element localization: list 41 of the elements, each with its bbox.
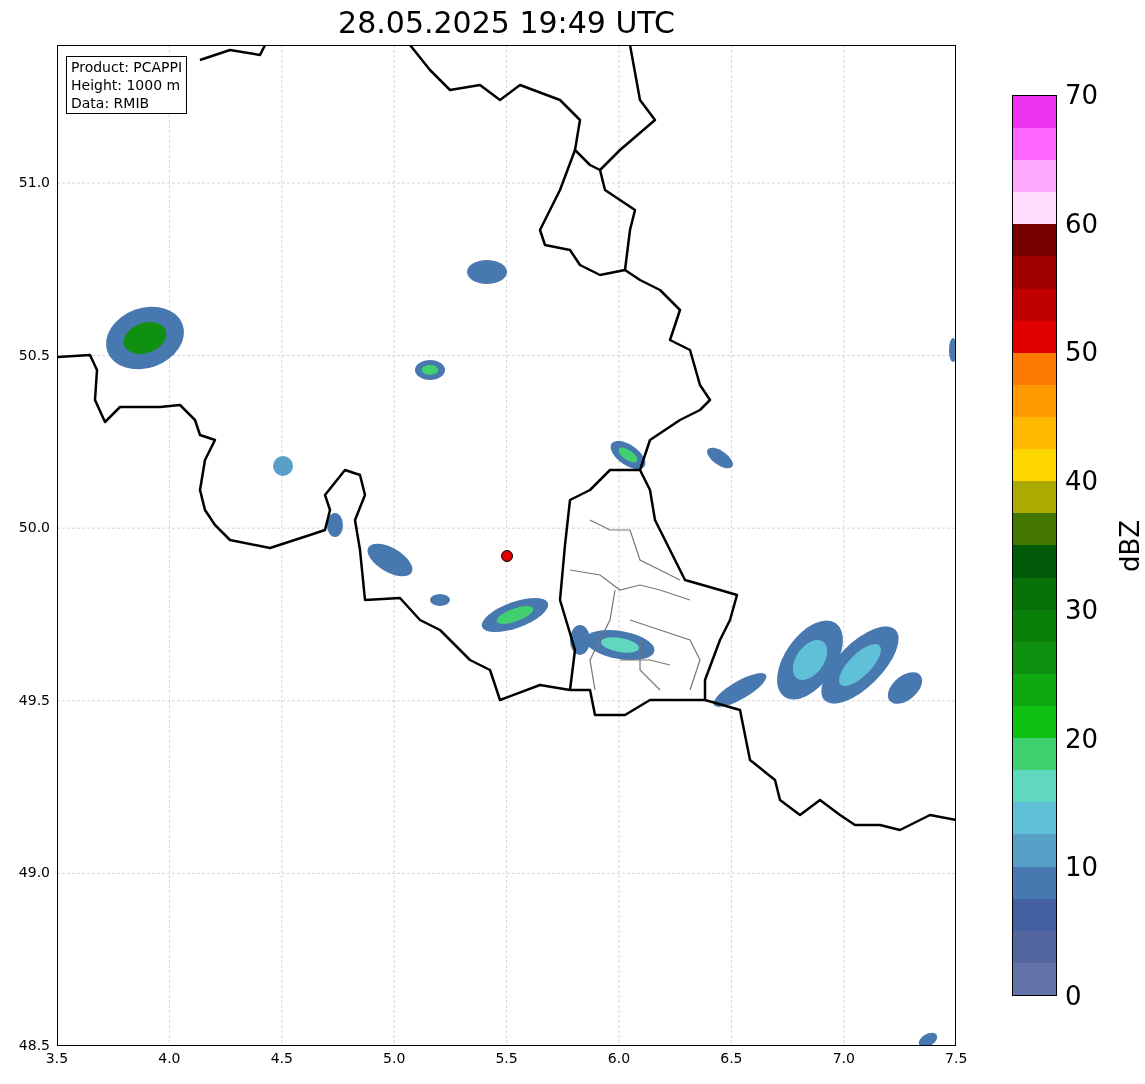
radar-echo xyxy=(415,360,445,380)
radar-site-marker xyxy=(501,550,513,562)
radar-echo xyxy=(949,338,955,362)
longitude-label: 6.5 xyxy=(720,1051,743,1065)
longitude-label: 5.0 xyxy=(383,1051,406,1065)
colorbar-tick-label: 0 xyxy=(1065,983,1082,1009)
radar-echo xyxy=(610,440,646,470)
radar-echo xyxy=(713,673,767,707)
info-text: Product: PCAPPI xyxy=(71,58,183,76)
longitude-label: 4.5 xyxy=(270,1051,293,1065)
colorbar-tick-label: 70 xyxy=(1065,82,1099,108)
longitude-label: 5.5 xyxy=(495,1051,518,1065)
colorbar-label: dBZ xyxy=(1117,519,1143,572)
latitude-label: 48.5 xyxy=(18,1038,50,1052)
colorbar-tick-label: 40 xyxy=(1065,468,1099,495)
radar-echo xyxy=(707,447,733,469)
info-text: Height: 1000 m xyxy=(71,76,182,94)
colorbar-tick-label: 30 xyxy=(1065,596,1099,623)
colorbar-tick-label: 50 xyxy=(1065,339,1099,366)
latitude-label: 49.5 xyxy=(18,692,50,707)
latitude-label: 49.0 xyxy=(18,865,50,880)
radar-echo xyxy=(430,594,450,606)
latitude-label: 51.0 xyxy=(18,175,50,189)
radar-echo xyxy=(467,260,507,284)
radar-echo xyxy=(367,543,413,577)
colorbar-tick-label: 10 xyxy=(1065,854,1099,881)
latitude-label: 50.5 xyxy=(18,347,50,362)
radar-echo xyxy=(273,456,293,476)
chart-title: 28.05.2025 19:49 UTC xyxy=(338,7,675,38)
longitude-label: 7.5 xyxy=(945,1051,968,1065)
latitude-label: 50.0 xyxy=(18,520,50,535)
colorbar-tick-label: 60 xyxy=(1065,210,1099,237)
longitude-label: 7.0 xyxy=(832,1051,855,1065)
info-text: Data: RMIB xyxy=(71,94,151,112)
radar-echo xyxy=(918,1032,938,1045)
radar-echo xyxy=(327,513,343,537)
radar-echo xyxy=(481,597,549,633)
colorbar-tick-label: 20 xyxy=(1065,725,1099,752)
longitude-label: 6.0 xyxy=(607,1051,631,1065)
longitude-label: 4.0 xyxy=(158,1051,181,1065)
longitude-label: 3.5 xyxy=(45,1051,69,1065)
